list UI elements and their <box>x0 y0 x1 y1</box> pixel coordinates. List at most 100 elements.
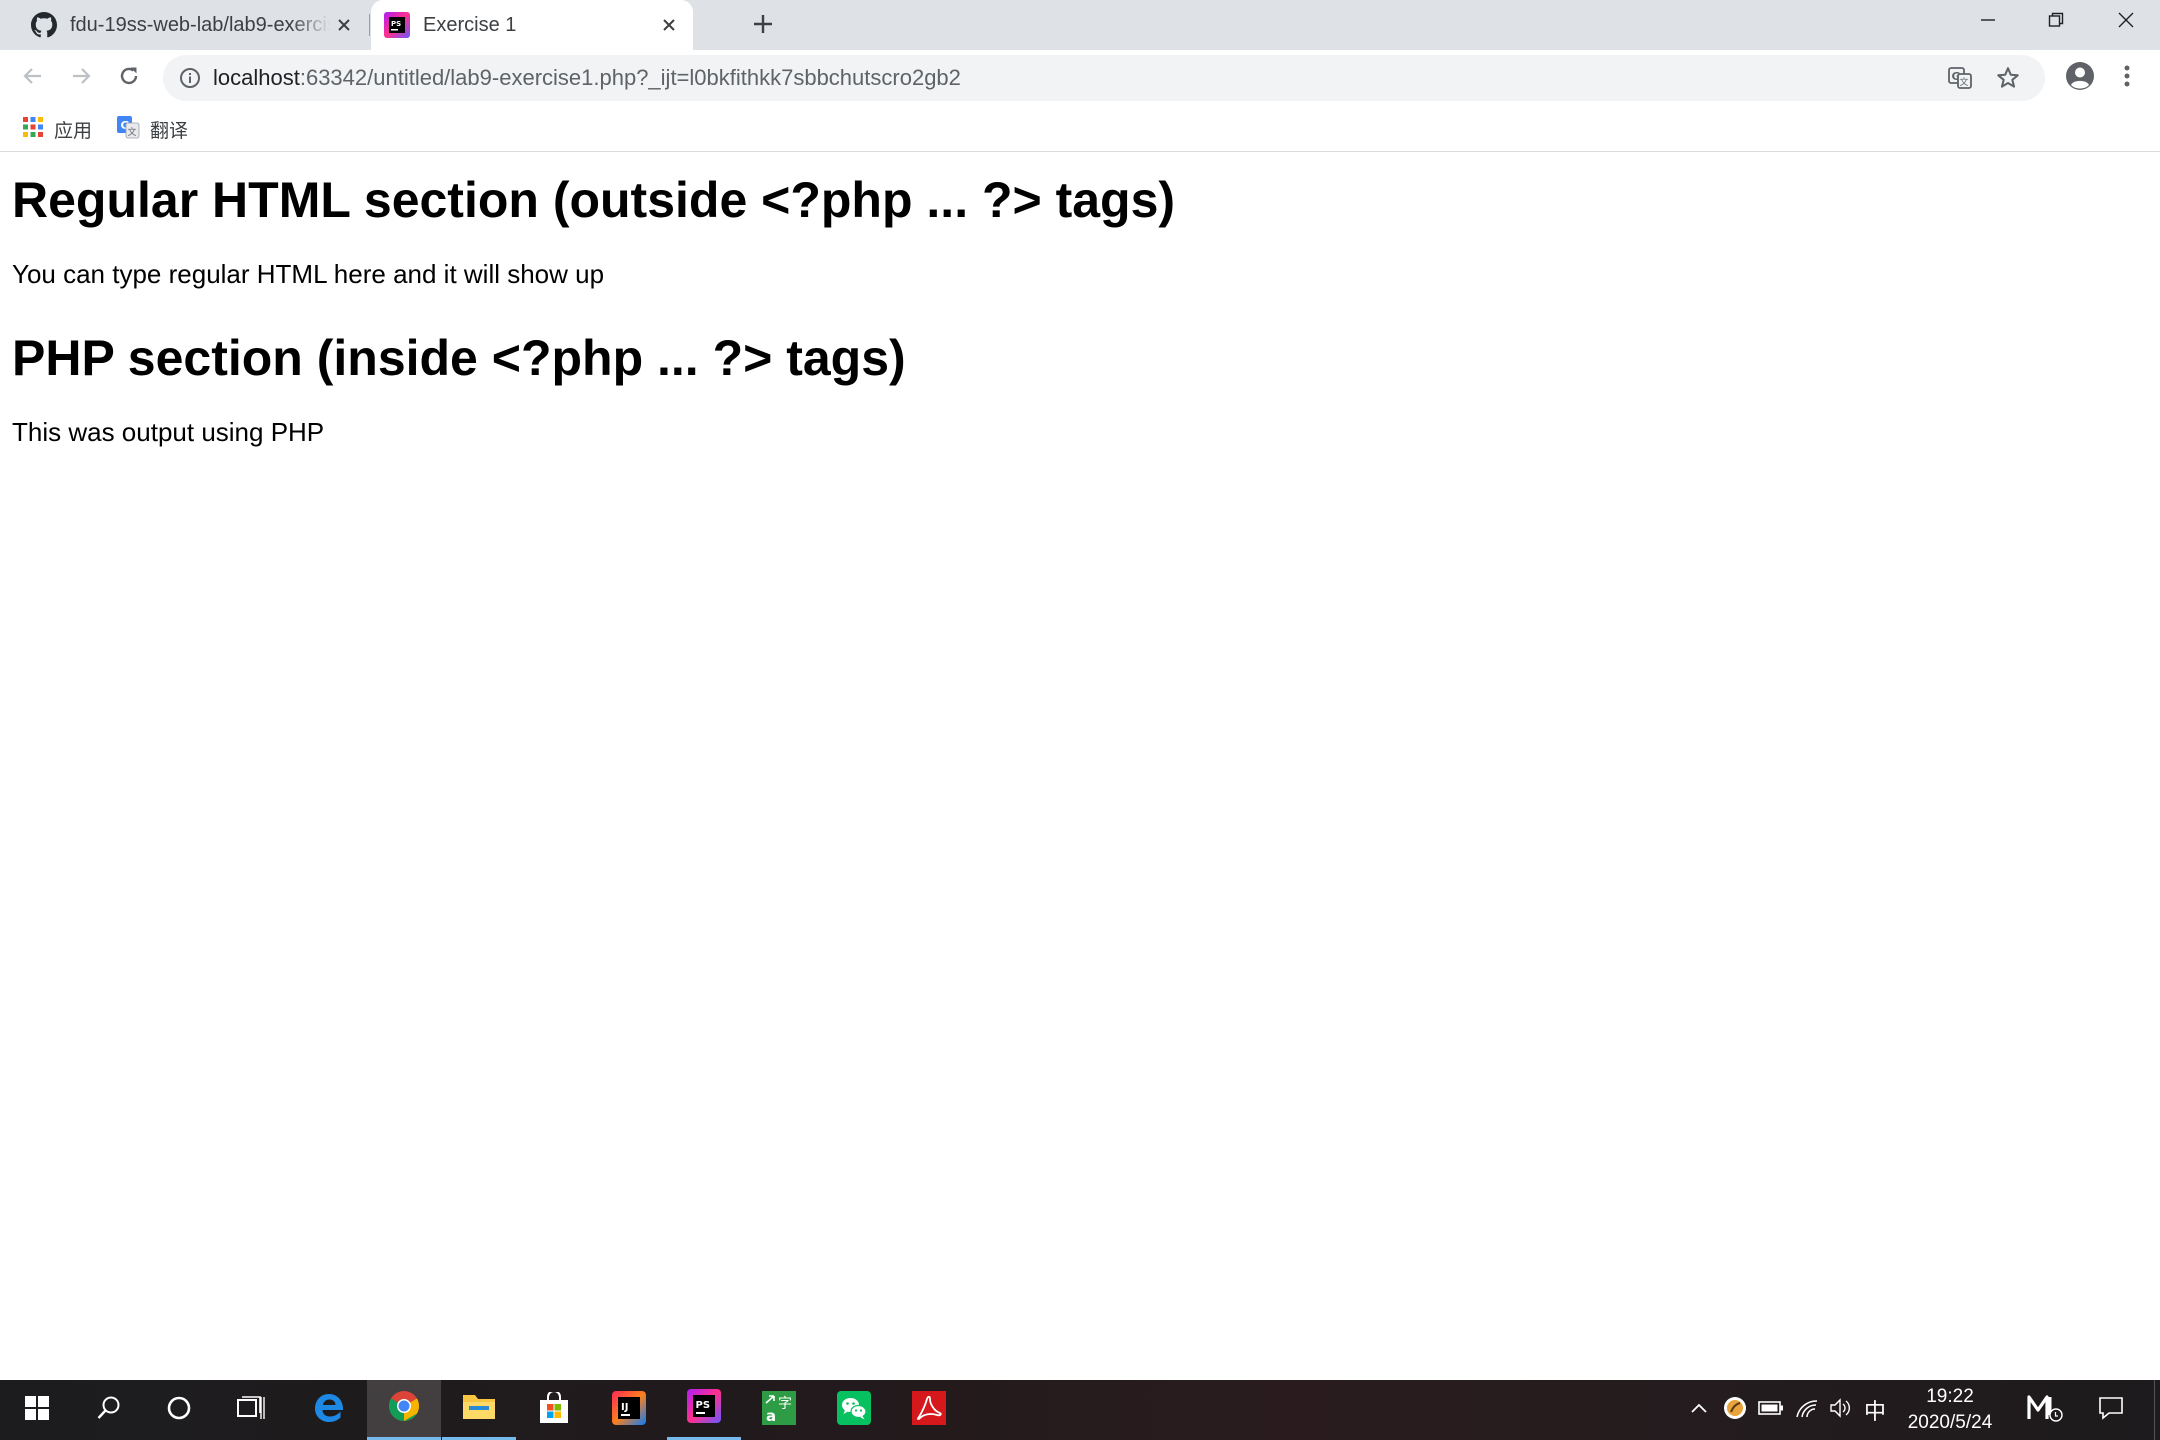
intellij-icon: IJ <box>612 1390 646 1430</box>
taskbar-app-store[interactable] <box>517 1380 591 1440</box>
taskbar-app-edge[interactable] <box>292 1380 366 1440</box>
bookmark-apps[interactable]: 应用 <box>22 114 92 144</box>
acrobat-icon <box>912 1390 946 1430</box>
taskbar-app-phpstorm[interactable]: PS <box>667 1380 741 1440</box>
url-host: localhost <box>213 65 300 90</box>
svg-text:文: 文 <box>128 126 137 138</box>
show-desktop-button[interactable] <box>2154 1380 2160 1440</box>
chevron-up-icon <box>1690 1401 1708 1419</box>
paragraph-php-output: This was output using PHP <box>12 417 325 447</box>
start-button[interactable] <box>0 1380 74 1440</box>
new-tab-button[interactable] <box>748 11 778 41</box>
battery-icon <box>1758 1400 1784 1420</box>
taskbar-app-acrobat[interactable] <box>892 1380 966 1440</box>
google-translate-icon: G文 <box>116 115 140 144</box>
paragraph-regular-html: You can type regular HTML here and it wi… <box>12 259 605 289</box>
svg-text:PS: PS <box>696 1400 711 1411</box>
network-indicator[interactable] <box>1790 1380 1824 1440</box>
show-hidden-icons-button[interactable] <box>1684 1380 1714 1440</box>
page-content: Regular HTML section (outside <?php ... … <box>0 152 2160 1380</box>
windows-logo-icon <box>25 1395 49 1425</box>
tray-app[interactable] <box>1718 1380 1752 1440</box>
tab-exercise-1[interactable]: PS Exercise 1 <box>371 0 693 50</box>
store-icon <box>538 1389 570 1429</box>
minimize-button[interactable] <box>1954 0 2022 44</box>
github-icon <box>30 11 58 39</box>
battery-indicator[interactable] <box>1754 1380 1788 1440</box>
taskbar-app-file-explorer[interactable] <box>442 1380 516 1440</box>
taskbar-app-intellij[interactable]: IJ <box>592 1380 666 1440</box>
forward-arrow-icon <box>69 64 93 93</box>
cortana-circle-icon <box>166 1395 192 1426</box>
bookmark-star-icon[interactable] <box>1993 63 2023 93</box>
reload-icon <box>117 64 141 93</box>
taskbar-app-wechat[interactable] <box>817 1380 891 1440</box>
dictionary-icon: a字 <box>762 1390 796 1430</box>
url-text[interactable]: localhost:63342/untitled/lab9-exercise1.… <box>213 66 961 90</box>
chrome-icon <box>387 1389 421 1428</box>
info-icon[interactable] <box>177 65 203 91</box>
svg-text:文: 文 <box>1960 76 1969 88</box>
search-icon <box>96 1395 122 1426</box>
more-vert-icon <box>2123 64 2131 93</box>
restore-icon <box>2048 12 2064 33</box>
tray-app-icon <box>1722 1395 1748 1426</box>
cortana-button[interactable] <box>142 1380 216 1440</box>
url-path: :63342/untitled/lab9-exercise1.php?_ijt=… <box>299 65 961 90</box>
input-method-indicator[interactable]: 中 <box>1858 1380 1892 1440</box>
tab-separator <box>369 14 370 36</box>
close-icon <box>2118 12 2134 33</box>
plus-icon <box>752 13 774 40</box>
notification-icon <box>2098 1396 2124 1425</box>
svg-text:字: 字 <box>778 1396 792 1412</box>
phpstorm-icon: PS <box>383 11 411 39</box>
search-button[interactable] <box>72 1380 146 1440</box>
ime-label: 中 <box>1863 1400 1886 1425</box>
volume-indicator[interactable] <box>1824 1380 1858 1440</box>
back-arrow-icon <box>21 64 45 93</box>
tab-title: fdu-19ss-web-lab/lab9-exercise <box>70 13 330 36</box>
menu-button[interactable] <box>2110 61 2144 95</box>
apps-grid-icon <box>22 116 44 143</box>
reload-button[interactable] <box>112 61 146 95</box>
heading-regular-html: Regular HTML section (outside <?php ... … <box>12 172 1176 228</box>
tab-github[interactable]: fdu-19ss-web-lab/lab9-exercise <box>18 0 368 50</box>
taskbar-app-dictionary[interactable]: a字 <box>742 1380 816 1440</box>
bookmark-label: 翻译 <box>150 119 189 142</box>
tab-title: Exercise 1 <box>423 13 517 36</box>
browser-toolbar: localhost:63342/untitled/lab9-exercise1.… <box>0 50 2160 106</box>
phpstorm-icon: PS <box>687 1389 721 1428</box>
m-app-icon <box>2026 1393 2064 1428</box>
clock-time: 19:22 <box>1926 1386 1974 1407</box>
svg-text:a: a <box>766 1407 776 1425</box>
minimize-icon <box>1980 12 1996 33</box>
account-avatar-icon <box>2065 61 2095 96</box>
svg-text:PS: PS <box>391 20 401 28</box>
folder-icon <box>462 1391 496 1426</box>
close-icon[interactable] <box>655 11 683 39</box>
wechat-icon <box>837 1390 871 1430</box>
speaker-icon <box>1829 1397 1853 1423</box>
heading-php-section: PHP section (inside <?php ... ?> tags) <box>12 330 906 386</box>
forward-button[interactable] <box>64 61 98 95</box>
translate-page-icon[interactable]: G文 <box>1945 63 1975 93</box>
back-button[interactable] <box>16 61 50 95</box>
profile-button[interactable] <box>2062 60 2098 96</box>
edge-icon <box>312 1391 346 1430</box>
close-icon[interactable] <box>330 11 358 39</box>
taskbar-clock[interactable]: 19:22 2020/5/24 <box>1890 1380 2010 1440</box>
clock-date: 2020/5/24 <box>1907 1412 1993 1433</box>
screen: fdu-19ss-web-lab/lab9-exercise PS Exerci… <box>0 0 2160 1440</box>
bookmark-label: 应用 <box>54 119 93 142</box>
tray-app-m[interactable] <box>2022 1380 2068 1440</box>
bookmark-translate[interactable]: G文 翻译 <box>116 114 188 144</box>
restore-button[interactable] <box>2022 0 2090 44</box>
taskbar-app-chrome[interactable] <box>367 1380 441 1440</box>
action-center-button[interactable] <box>2088 1380 2134 1440</box>
window-close-button[interactable] <box>2092 0 2160 44</box>
address-bar[interactable]: localhost:63342/untitled/lab9-exercise1.… <box>163 55 2045 101</box>
task-view-button[interactable] <box>214 1380 288 1440</box>
wifi-icon <box>1795 1398 1819 1423</box>
tab-strip: fdu-19ss-web-lab/lab9-exercise PS Exerci… <box>0 0 2160 50</box>
task-view-icon <box>237 1395 265 1426</box>
